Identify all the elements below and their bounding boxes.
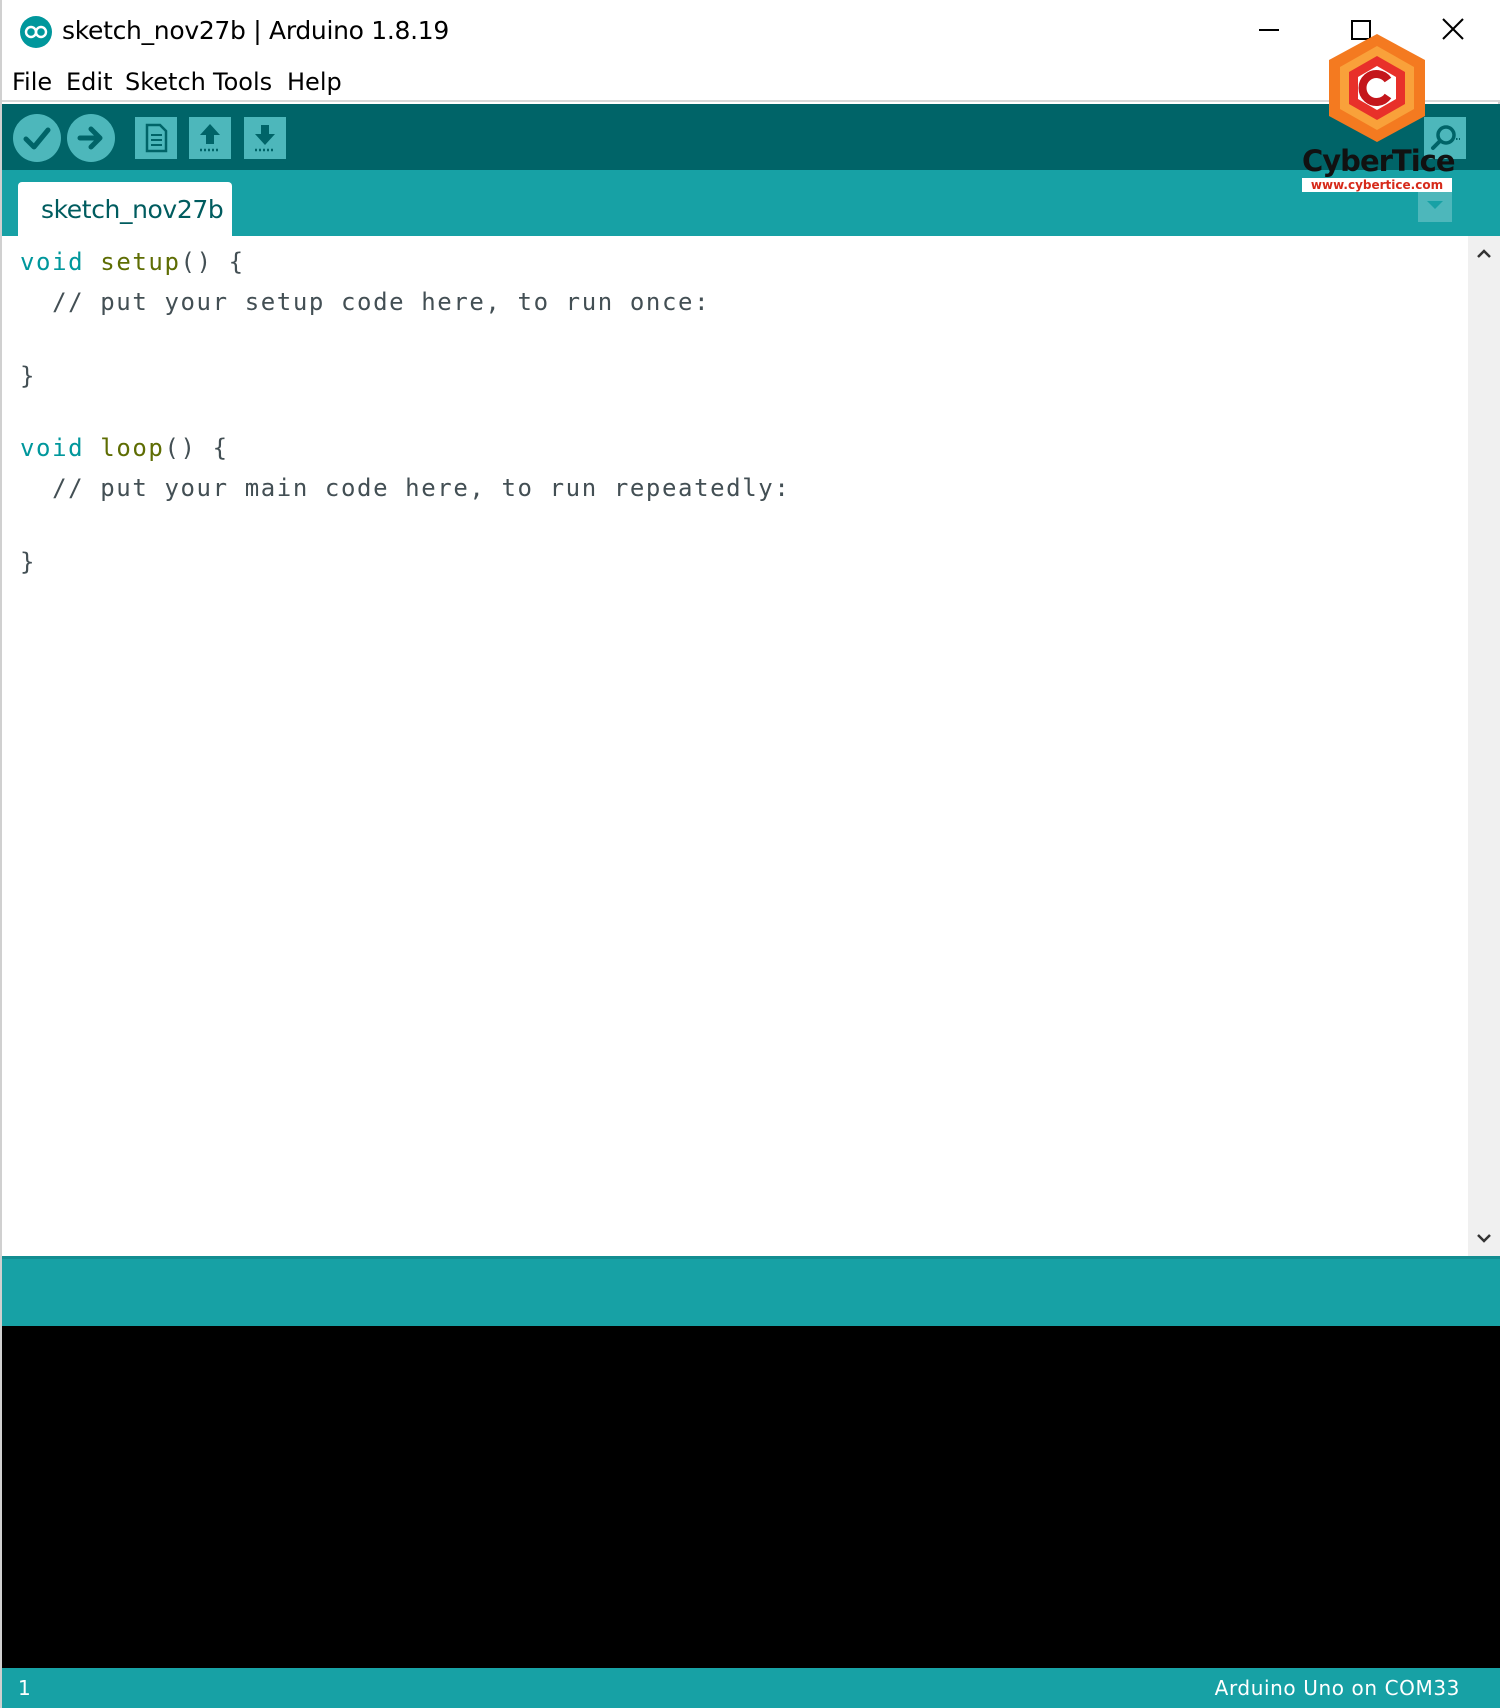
upload-button[interactable] xyxy=(67,114,115,162)
arrow-down-icon xyxy=(255,125,275,152)
new-file-icon xyxy=(145,123,168,153)
code-line: } xyxy=(20,362,37,390)
cybertice-watermark-logo: CyberTice www.cybertice.com xyxy=(1302,30,1456,200)
code-function: loop xyxy=(100,434,165,462)
arrow-right-icon xyxy=(77,126,103,150)
menu-sketch[interactable]: Sketch xyxy=(125,68,206,96)
verify-button[interactable] xyxy=(13,114,61,162)
scroll-down-icon[interactable] xyxy=(1468,1226,1500,1250)
code-text: () { xyxy=(164,434,229,462)
console-output[interactable] xyxy=(2,1326,1500,1668)
arduino-ide-window: sketch_nov27b | Arduino 1.8.19 File Edit… xyxy=(0,0,1500,1708)
code-keyword: void xyxy=(20,248,85,276)
menu-bar: File Edit Sketch Tools Help xyxy=(2,62,1500,102)
tab-strip: sketch_nov27b xyxy=(2,170,1500,236)
arduino-logo-icon xyxy=(20,16,52,48)
code-function: setup xyxy=(100,248,181,276)
code-line: void loop() { xyxy=(20,434,229,462)
arrow-up-icon xyxy=(200,124,220,152)
tab-sketch[interactable]: sketch_nov27b xyxy=(18,182,232,236)
open-button[interactable] xyxy=(189,117,231,159)
code-editor[interactable]: void setup() { // put your setup code he… xyxy=(2,236,1468,1256)
code-line: } xyxy=(20,548,37,576)
menu-edit[interactable]: Edit xyxy=(66,68,112,96)
board-port-status: Arduino Uno on COM33 xyxy=(1214,1676,1460,1700)
code-line: void setup() { xyxy=(20,248,245,276)
watermark-name: CyberTice xyxy=(1302,144,1456,178)
code-comment: // put your setup code here, to run once… xyxy=(20,288,711,316)
hexagon-logo-icon xyxy=(1329,34,1425,142)
save-button[interactable] xyxy=(244,117,286,159)
checkmark-icon xyxy=(23,127,51,150)
code-text: () { xyxy=(180,248,245,276)
menu-help[interactable]: Help xyxy=(287,68,342,96)
new-sketch-button[interactable] xyxy=(135,117,177,159)
code-keyword: void xyxy=(20,434,85,462)
status-bar: 1 Arduino Uno on COM33 xyxy=(2,1668,1500,1708)
toolbar xyxy=(2,104,1500,170)
line-number: 1 xyxy=(18,1676,31,1700)
minimize-icon[interactable] xyxy=(1244,10,1294,50)
console-header xyxy=(2,1256,1500,1326)
scroll-up-icon[interactable] xyxy=(1468,242,1500,266)
editor-scrollbar[interactable] xyxy=(1468,236,1500,1256)
menu-file[interactable]: File xyxy=(12,68,52,96)
menu-tools[interactable]: Tools xyxy=(213,68,272,96)
title-bar: sketch_nov27b | Arduino 1.8.19 xyxy=(2,0,1500,62)
watermark-url: www.cybertice.com xyxy=(1302,178,1452,192)
code-comment: // put your main code here, to run repea… xyxy=(20,474,791,502)
tab-label: sketch_nov27b xyxy=(41,195,224,224)
window-title: sketch_nov27b | Arduino 1.8.19 xyxy=(62,16,450,45)
